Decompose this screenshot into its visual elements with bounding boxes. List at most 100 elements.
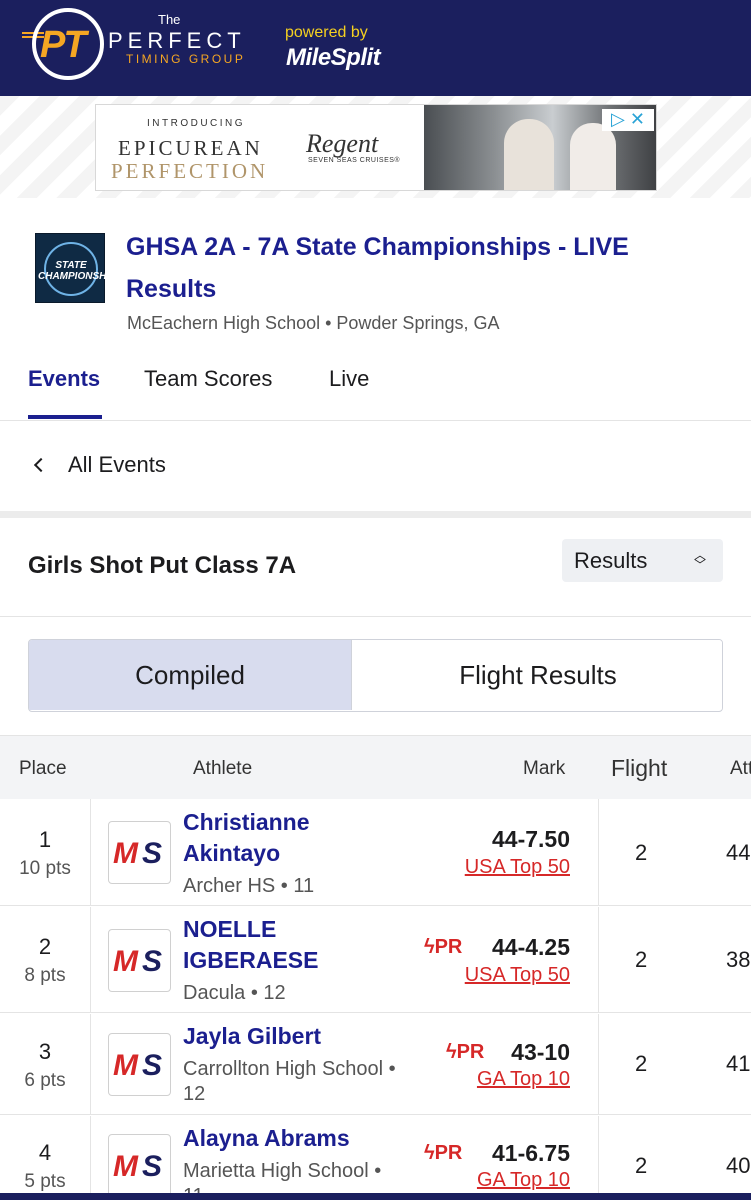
ad-epicurean-text: EPICUREAN: [118, 136, 263, 160]
column-header-mark[interactable]: Mark: [523, 758, 565, 780]
attempt-value: 40: [726, 1153, 751, 1178]
mark-value: 43-10: [511, 1039, 570, 1065]
athlete-name-link[interactable]: Jayla Gilbert: [183, 1021, 403, 1052]
all-events-label: All Events: [68, 452, 166, 477]
badge-letter-s: S: [142, 1049, 163, 1082]
event-location: McEachern High School • Powder Springs, …: [127, 313, 500, 333]
tab-live[interactable]: Live: [329, 366, 369, 392]
tab-events[interactable]: Events: [28, 366, 100, 392]
column-divider: [598, 907, 599, 1012]
table-row[interactable]: 2 8 pts MS NOELLE IGBERAESE Dacula • 12 …: [0, 907, 751, 1013]
column-divider: [90, 799, 91, 905]
place-points: 10 pts: [19, 858, 71, 879]
ranking-link[interactable]: GA Top 10: [477, 1068, 570, 1091]
pr-label: PR: [434, 936, 463, 958]
event-title[interactable]: GHSA 2A - 7A State Championships - LIVE …: [126, 226, 716, 310]
tab-team-scores[interactable]: Team Scores: [144, 366, 272, 392]
attempt-value: 41: [726, 1051, 751, 1076]
athlete-school: Archer HS • 11: [183, 875, 315, 897]
all-events-link[interactable]: All Events: [30, 452, 166, 478]
results-select-value: Results: [574, 548, 648, 573]
place-number: 4: [38, 1140, 52, 1165]
column-header-flight[interactable]: Flight: [611, 755, 667, 782]
column-divider: [598, 799, 599, 905]
ad-photo-person-2: [570, 123, 616, 190]
segment-compiled[interactable]: Compiled: [29, 640, 352, 710]
personal-record-badge: ϟPR: [446, 1041, 484, 1064]
table-row[interactable]: 3 6 pts MS Jayla Gilbert Carrollton High…: [0, 1014, 751, 1115]
lightning-icon: ϟ: [424, 936, 435, 958]
segment-flight-results[interactable]: Flight Results: [353, 640, 722, 710]
ad-perfection-text: PERFECTION: [111, 159, 269, 183]
table-row[interactable]: 1 10 pts MS Christianne Akintayo Archer …: [0, 799, 751, 906]
place-number: 3: [38, 1039, 52, 1064]
event-name-heading: Girls Shot Put Class 7A: [28, 552, 297, 579]
place-points: 8 pts: [24, 965, 66, 986]
section-separator: [0, 511, 751, 518]
logo-pt-mark: PT: [40, 24, 87, 66]
results-select[interactable]: Results ︿ ﹀: [562, 539, 723, 582]
chevron-up-down-icon: ︿ ﹀: [694, 548, 707, 572]
ranking-link[interactable]: USA Top 50: [465, 964, 570, 987]
flight-value: 2: [635, 947, 648, 972]
ad-introducing-text: INTRODUCING: [147, 118, 246, 129]
place-number: 2: [38, 934, 52, 959]
badge-letter-s: S: [142, 837, 163, 870]
results-table-header: Place Athlete Mark Flight Atten: [0, 735, 751, 799]
table-row[interactable]: 4 5 pts MS Alayna Abrams Marietta High S…: [0, 1116, 751, 1193]
column-divider: [598, 1116, 599, 1193]
badge-letter-m: M: [113, 837, 138, 870]
mark-value: 44-4.25: [491, 934, 570, 960]
column-divider: [90, 907, 91, 1012]
flight-value: 2: [635, 1051, 648, 1076]
column-divider: [90, 1116, 91, 1193]
bottom-bar: [0, 1193, 751, 1200]
column-divider: [90, 1014, 91, 1114]
results-view-toggle: Compiled Flight Results: [28, 639, 723, 712]
logo-timing-text: TIMING GROUP: [126, 52, 246, 66]
place-points: 6 pts: [24, 1070, 66, 1091]
divider: [0, 420, 751, 421]
ad-cruises-text: SEVEN SEAS CRUISES®: [308, 157, 401, 164]
attempt-value: 38: [726, 947, 751, 972]
athlete-school: Carrollton High School • 12: [183, 1058, 396, 1105]
athlete-name-link[interactable]: NOELLE IGBERAESE: [183, 914, 403, 976]
milesplit-badge-icon: MS: [108, 1134, 171, 1193]
logo-the-text: The: [158, 12, 181, 27]
flight-value: 2: [635, 840, 648, 865]
column-header-athlete[interactable]: Athlete: [193, 758, 252, 780]
active-tab-indicator: [28, 415, 102, 419]
ranking-link[interactable]: GA Top 10: [477, 1169, 570, 1192]
athlete-school: Dacula • 12: [183, 982, 286, 1004]
pr-label: PR: [456, 1041, 485, 1063]
lightning-icon: ϟ: [424, 1142, 435, 1164]
milesplit-badge-icon: MS: [108, 1033, 171, 1096]
column-header-attempts[interactable]: Atten: [730, 758, 751, 780]
mark-value: 44-7.50: [491, 826, 570, 852]
site-header: PT The PERFECT TIMING GROUP powered by M…: [0, 0, 751, 96]
badge-letter-s: S: [142, 945, 163, 978]
pr-label: PR: [434, 1142, 463, 1164]
athlete-name-link[interactable]: Alayna Abrams: [183, 1123, 403, 1154]
segment-compiled-label: Compiled: [135, 660, 245, 690]
flight-value: 2: [635, 1153, 648, 1178]
column-divider: [598, 1014, 599, 1114]
chevron-left-icon: [33, 457, 49, 473]
place-number: 1: [38, 827, 52, 852]
milesplit-logo[interactable]: MileSplit: [286, 44, 381, 72]
badge-letter-m: M: [113, 945, 138, 978]
ad-photo-person-1: [504, 119, 554, 190]
badge-letter-s: S: [142, 1150, 163, 1183]
ad-regent-logo: Regent: [306, 129, 379, 158]
personal-record-badge: ϟPR: [424, 936, 462, 959]
column-header-place[interactable]: Place: [19, 758, 67, 780]
athlete-name-link[interactable]: Christianne Akintayo: [183, 807, 403, 869]
advertisement-banner[interactable]: INTRODUCING EPICUREAN PERFECTION Regent …: [95, 104, 657, 191]
ranking-link[interactable]: USA Top 50: [465, 856, 570, 879]
powered-by-text: powered by: [285, 24, 368, 41]
event-logo: STATE CHAMPIONSHIP: [35, 233, 116, 303]
segment-flight-results-label: Flight Results: [459, 660, 617, 690]
lightning-icon: ϟ: [446, 1041, 457, 1063]
logo-perfect-text: PERFECT: [108, 28, 246, 53]
ad-choices-close-icon[interactable]: ▷ ✕: [602, 109, 654, 131]
